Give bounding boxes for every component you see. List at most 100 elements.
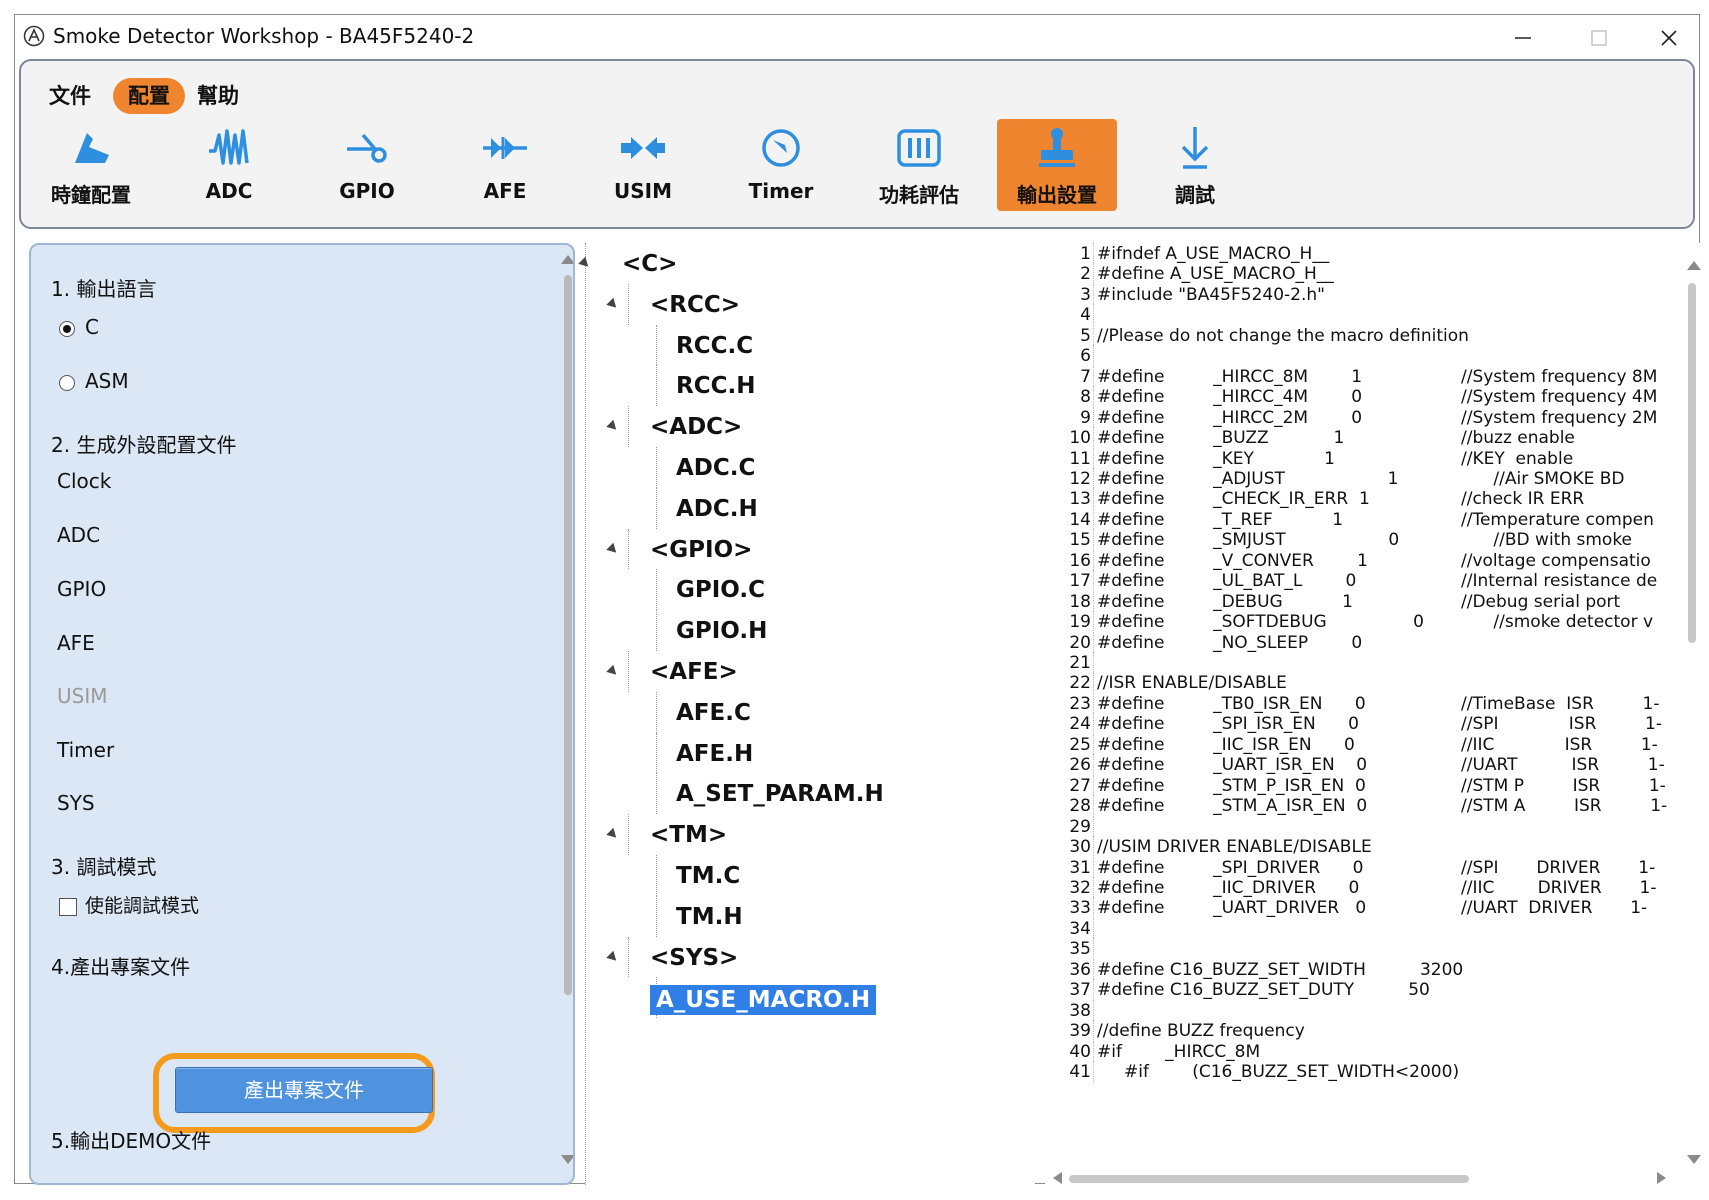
- minimize-button[interactable]: [1495, 19, 1555, 57]
- tool-power[interactable]: 功耗評估: [859, 119, 979, 211]
- tree-node-group[interactable]: <AFE>: [650, 659, 738, 685]
- tree-connector: [628, 651, 629, 692]
- tree-node-root[interactable]: <C>: [622, 251, 677, 277]
- tree-node-group[interactable]: <GPIO>: [650, 537, 752, 563]
- line-number: 15: [1069, 530, 1091, 551]
- code-comment: //System frequency 4M: [1461, 387, 1658, 408]
- scroll-down-icon[interactable]: [561, 1155, 573, 1164]
- code-text: #define _TB0_ISR_EN 0: [1097, 693, 1366, 714]
- title-bar: Smoke Detector Workshop - BA45F5240-2: [15, 15, 1699, 61]
- line-separator: [1093, 897, 1094, 920]
- code-comment: //UART ISR 1-: [1461, 755, 1665, 776]
- tree-expand-icon[interactable]: [606, 950, 620, 964]
- tree-expand-icon[interactable]: [606, 297, 620, 312]
- scroll-up-icon[interactable]: [1687, 261, 1701, 270]
- peripheral-item-afe[interactable]: AFE: [57, 631, 95, 655]
- tool-debug[interactable]: 調試: [1135, 119, 1255, 211]
- radio-button-checked[interactable]: [59, 320, 75, 337]
- tree-expand-icon[interactable]: [578, 256, 592, 271]
- line-number: 12: [1069, 468, 1091, 489]
- tree-node-file[interactable]: RCC.H: [676, 373, 755, 399]
- tree-expand-icon[interactable]: [606, 827, 620, 842]
- section-output-demo: 5.輸出DEMO文件: [51, 1129, 212, 1153]
- radio-button[interactable]: [59, 374, 75, 391]
- tree-connector: [628, 528, 629, 570]
- line-number: 23: [1069, 693, 1091, 714]
- line-separator: [1093, 283, 1094, 306]
- code-comment: //Temperature compen: [1461, 509, 1654, 530]
- menu-config[interactable]: 配置: [113, 78, 185, 114]
- tree-expand-icon[interactable]: [606, 542, 620, 556]
- line-number: 33: [1069, 898, 1091, 919]
- tree-node-file[interactable]: AFE.H: [676, 741, 753, 767]
- tree-node-file[interactable]: TM.C: [676, 863, 740, 889]
- tool-afe[interactable]: AFE: [445, 119, 565, 211]
- code-comment: //SPI ISR 1-: [1461, 714, 1662, 735]
- tree-node-file[interactable]: ADC.H: [676, 496, 758, 522]
- maximize-button[interactable]: [1571, 19, 1631, 57]
- code-editor[interactable]: 1 #ifndef A_USE_MACRO_H__ 2 #define A_USE_M…: [1045, 243, 1703, 1185]
- line-number: 29: [1069, 816, 1091, 837]
- code-scrollbar-thumb[interactable]: [1688, 283, 1696, 643]
- peripheral-item-timer[interactable]: Timer: [57, 738, 114, 762]
- generate-project-button[interactable]: 產出專案文件: [175, 1067, 433, 1113]
- tree-node-group[interactable]: <SYS>: [650, 945, 738, 971]
- line-number: 18: [1069, 591, 1091, 612]
- code-text: #define _HIRCC_4M 0: [1097, 387, 1363, 408]
- tree-node-file[interactable]: AFE.C: [676, 700, 751, 726]
- peripheral-item-gpio[interactable]: GPIO: [57, 577, 106, 601]
- left-scrollbar-thumb[interactable]: [564, 275, 572, 995]
- tree-node-file[interactable]: GPIO.H: [676, 618, 767, 644]
- menu-file[interactable]: 文件: [49, 78, 91, 114]
- line-separator: [1093, 938, 1094, 961]
- code-text: #define _KEY 1: [1097, 448, 1335, 469]
- tree-node-file[interactable]: TM.H: [676, 904, 743, 930]
- line-separator: [1093, 999, 1094, 1022]
- close-button[interactable]: [1641, 19, 1701, 57]
- scroll-right-icon[interactable]: [1657, 1172, 1666, 1184]
- tree-node-group[interactable]: <ADC>: [650, 414, 742, 440]
- scroll-down-icon[interactable]: [1687, 1155, 1701, 1164]
- radio-lang-asm[interactable]: ASM: [59, 369, 129, 395]
- menu-help[interactable]: 幫助: [197, 78, 239, 114]
- tree-node-file[interactable]: ADC.C: [676, 455, 755, 481]
- debug-mode-checkbox[interactable]: [59, 897, 77, 916]
- code-text: //Please do not change the macro definit…: [1097, 325, 1469, 346]
- tree-node-file[interactable]: A_SET_PARAM.H: [676, 781, 884, 807]
- tree-node-file[interactable]: A_USE_MACRO.H: [650, 985, 877, 1016]
- code-horizontal-scrollbar-thumb[interactable]: [1069, 1175, 1469, 1183]
- code-comment: //Air SMOKE BD: [1461, 468, 1625, 489]
- tree-node-file[interactable]: GPIO.C: [676, 577, 765, 603]
- line-separator: [1093, 590, 1094, 613]
- line-number: 27: [1069, 775, 1091, 796]
- line-number: 9: [1080, 407, 1091, 428]
- scroll-left-icon[interactable]: [1053, 1172, 1062, 1184]
- peripheral-item-adc[interactable]: ADC: [57, 523, 100, 547]
- tree-expand-icon[interactable]: [606, 419, 620, 434]
- peripheral-item-sys[interactable]: SYS: [57, 791, 95, 815]
- tool-output-settings[interactable]: 輸出設置: [997, 119, 1117, 211]
- tree-node-group[interactable]: <RCC>: [650, 292, 740, 318]
- tool-gpio[interactable]: GPIO: [307, 119, 427, 211]
- debug-mode-checkbox-row[interactable]: 使能調試模式: [59, 891, 199, 918]
- line-number: 40: [1069, 1041, 1091, 1062]
- tree-node-file[interactable]: RCC.C: [676, 333, 753, 359]
- scroll-up-icon[interactable]: [561, 255, 573, 264]
- tool-timer[interactable]: Timer: [721, 119, 841, 211]
- tree-expand-icon[interactable]: [606, 664, 620, 679]
- tool-usim[interactable]: USIM: [583, 119, 703, 211]
- line-separator: [1093, 672, 1094, 695]
- tool-clock-config[interactable]: 時鐘配置: [31, 119, 151, 211]
- line-separator: [1093, 488, 1094, 511]
- line-separator: [1093, 652, 1094, 674]
- line-separator: [1093, 345, 1094, 368]
- line-separator: [1093, 733, 1094, 756]
- radio-lang-c[interactable]: C: [59, 315, 99, 341]
- line-number: 31: [1069, 857, 1091, 878]
- tree-connector: [628, 936, 629, 978]
- radio-label: ASM: [85, 369, 129, 393]
- tree-node-group[interactable]: <TM>: [650, 822, 727, 848]
- peripheral-item-clock[interactable]: Clock: [57, 469, 111, 493]
- tool-adc[interactable]: ADC: [169, 119, 289, 211]
- line-number: 6: [1080, 346, 1091, 367]
